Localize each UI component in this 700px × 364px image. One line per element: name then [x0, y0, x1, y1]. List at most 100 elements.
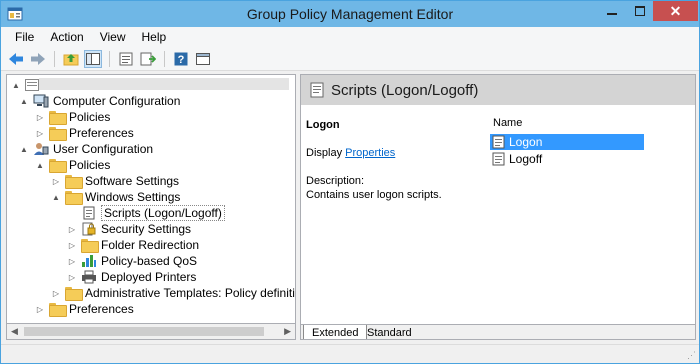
export-list-icon: [140, 52, 156, 65]
tab-standard[interactable]: Standard: [359, 325, 420, 339]
collapse-expander-icon[interactable]: ▲: [11, 81, 21, 90]
printer-icon: [81, 270, 97, 284]
tree-item-administrative-templates-policy-definitions-a[interactable]: ▷ Administrative Templates: Policy defini…: [51, 285, 295, 301]
folder-up-icon: [63, 53, 79, 65]
selected-item-heading: Logon: [306, 119, 340, 131]
tree-item-policies[interactable]: ▷ Policies: [35, 109, 110, 125]
tree-item-label: Folder Redirection: [101, 238, 200, 252]
tree-item-deployed-printers[interactable]: ▷ Deployed Printers: [67, 269, 196, 285]
menu-help[interactable]: Help: [134, 30, 175, 44]
resize-grip-icon[interactable]: ⋰: [687, 350, 696, 361]
properties-button[interactable]: [117, 50, 135, 68]
expand-expander-icon[interactable]: ▷: [67, 273, 77, 282]
script-icon: [81, 206, 97, 220]
tree-item-preferences[interactable]: ▷ Preferences: [35, 125, 134, 141]
help-icon: ?: [174, 52, 188, 66]
tree-item-preferences[interactable]: ▷ Preferences: [35, 301, 134, 317]
collapse-expander-icon[interactable]: ▲: [19, 145, 29, 154]
toolbar-separator: [54, 50, 55, 67]
tree-item-security-settings[interactable]: ▷ Security Settings: [67, 221, 191, 237]
menu-file[interactable]: File: [7, 30, 42, 44]
security-icon: [81, 222, 97, 236]
expand-expander-icon[interactable]: ▷: [51, 289, 61, 298]
tree-root-gpo[interactable]: ▲: [11, 77, 291, 93]
properties-link[interactable]: Properties: [345, 147, 395, 159]
collapse-expander-icon[interactable]: ▲: [51, 193, 61, 202]
list-item-logoff[interactable]: Logoff: [490, 151, 542, 167]
console-tree[interactable]: ▲ ▲ Computer Configuration ▷ Policies ▷ Prefe…: [6, 74, 296, 340]
tree-item-folder-redirection[interactable]: ▷ Folder Redirection: [67, 237, 199, 253]
tree-item-policies[interactable]: ▲ Policies: [35, 157, 110, 173]
details-title: Scripts (Logon/Logoff): [331, 81, 479, 99]
expand-expander-icon[interactable]: ▷: [51, 177, 61, 186]
menu-action[interactable]: Action: [42, 30, 91, 44]
tree-item-label: Computer Configuration: [53, 94, 181, 108]
scroll-left-arrow-icon[interactable]: ◀: [11, 326, 18, 337]
details-header: Scripts (Logon/Logoff): [301, 75, 695, 105]
forward-button[interactable]: [29, 50, 47, 68]
script-file-icon: [492, 152, 505, 166]
console-tree-icon: [86, 52, 100, 65]
tab-extended[interactable]: Extended: [303, 325, 368, 339]
expand-expander-icon[interactable]: ▷: [35, 129, 45, 138]
maximize-icon: [634, 6, 645, 16]
tree-item-windows-settings[interactable]: ▲ Windows Settings: [51, 189, 180, 205]
list-item-logon[interactable]: Logon: [490, 134, 644, 150]
expand-expander-icon[interactable]: ▷: [35, 113, 45, 122]
properties-icon: [119, 52, 133, 65]
expand-expander-icon[interactable]: ▷: [67, 225, 77, 234]
toolbar-separator: [164, 50, 165, 67]
tree-horizontal-scrollbar[interactable]: ◀ ▶: [6, 323, 296, 340]
computer-icon: [33, 94, 49, 108]
script-list[interactable]: Name Logon Logoff: [479, 105, 695, 329]
view-tabs: Extended Standard: [301, 324, 695, 339]
tree-item-computer-configuration[interactable]: ▲ Computer Configuration: [19, 93, 180, 109]
minimize-button[interactable]: [598, 1, 626, 21]
folder-icon: [49, 127, 67, 141]
tree-item-label: Preferences: [69, 126, 134, 140]
description-text: Contains user logon scripts.: [306, 189, 442, 201]
menu-view[interactable]: View: [92, 30, 134, 44]
title-bar[interactable]: Group Policy Management Editor ✕: [1, 1, 699, 27]
tree-item-label: Windows Settings: [85, 190, 181, 204]
folder-icon: [81, 239, 99, 253]
expand-expander-icon[interactable]: ▷: [67, 257, 77, 266]
folder-icon: [49, 111, 67, 125]
app-window: Group Policy Management Editor ✕ File Ac…: [0, 0, 700, 364]
tree-item-label: Deployed Printers: [101, 270, 197, 284]
folder-icon: [65, 191, 83, 205]
help-button[interactable]: ?: [172, 50, 190, 68]
tree-item-label: Security Settings: [101, 222, 192, 236]
maximize-button[interactable]: [626, 1, 653, 21]
extended-description-panel: Logon Display Properties Description: Co…: [306, 118, 481, 202]
export-list-button[interactable]: [139, 50, 157, 68]
script-document-icon: [310, 82, 324, 98]
action-pane-button[interactable]: [194, 50, 212, 68]
toolbar-separator: [109, 50, 110, 67]
tree-item-label: Policy-based QoS: [101, 254, 198, 268]
tree-item-software-settings[interactable]: ▷ Software Settings: [51, 173, 179, 189]
list-item-label: Logoff: [509, 152, 543, 166]
tree-item-label: User Configuration: [53, 142, 154, 156]
scrollbar-thumb[interactable]: [24, 327, 264, 336]
display-prefix: Display: [306, 147, 343, 159]
close-button[interactable]: ✕: [653, 1, 698, 21]
gpo-policy-icon: [25, 79, 39, 91]
tree-item-user-configuration[interactable]: ▲ User Configuration: [19, 141, 153, 157]
tree-item-scripts-logon-logoff[interactable]: Scripts (Logon/Logoff): [67, 205, 225, 221]
details-pane: Scripts (Logon/Logoff) Logon Display Pro…: [300, 74, 696, 340]
folder-icon: [49, 303, 67, 317]
tree-item-policy-based-qos[interactable]: ▷ Policy-based QoS: [67, 253, 197, 269]
up-one-level-button[interactable]: [62, 50, 80, 68]
expand-expander-icon[interactable]: ▷: [35, 305, 45, 314]
action-pane-icon: [196, 52, 210, 65]
scroll-right-arrow-icon[interactable]: ▶: [284, 326, 291, 337]
tree-item-label: Policies: [69, 110, 111, 124]
show-hide-console-tree-button[interactable]: [84, 49, 102, 68]
expand-expander-icon[interactable]: ▷: [67, 241, 77, 250]
back-button[interactable]: [7, 50, 25, 68]
column-header-name[interactable]: Name: [493, 117, 522, 129]
collapse-expander-icon[interactable]: ▲: [35, 161, 45, 170]
svg-text:?: ?: [178, 54, 185, 66]
collapse-expander-icon[interactable]: ▲: [19, 97, 29, 106]
